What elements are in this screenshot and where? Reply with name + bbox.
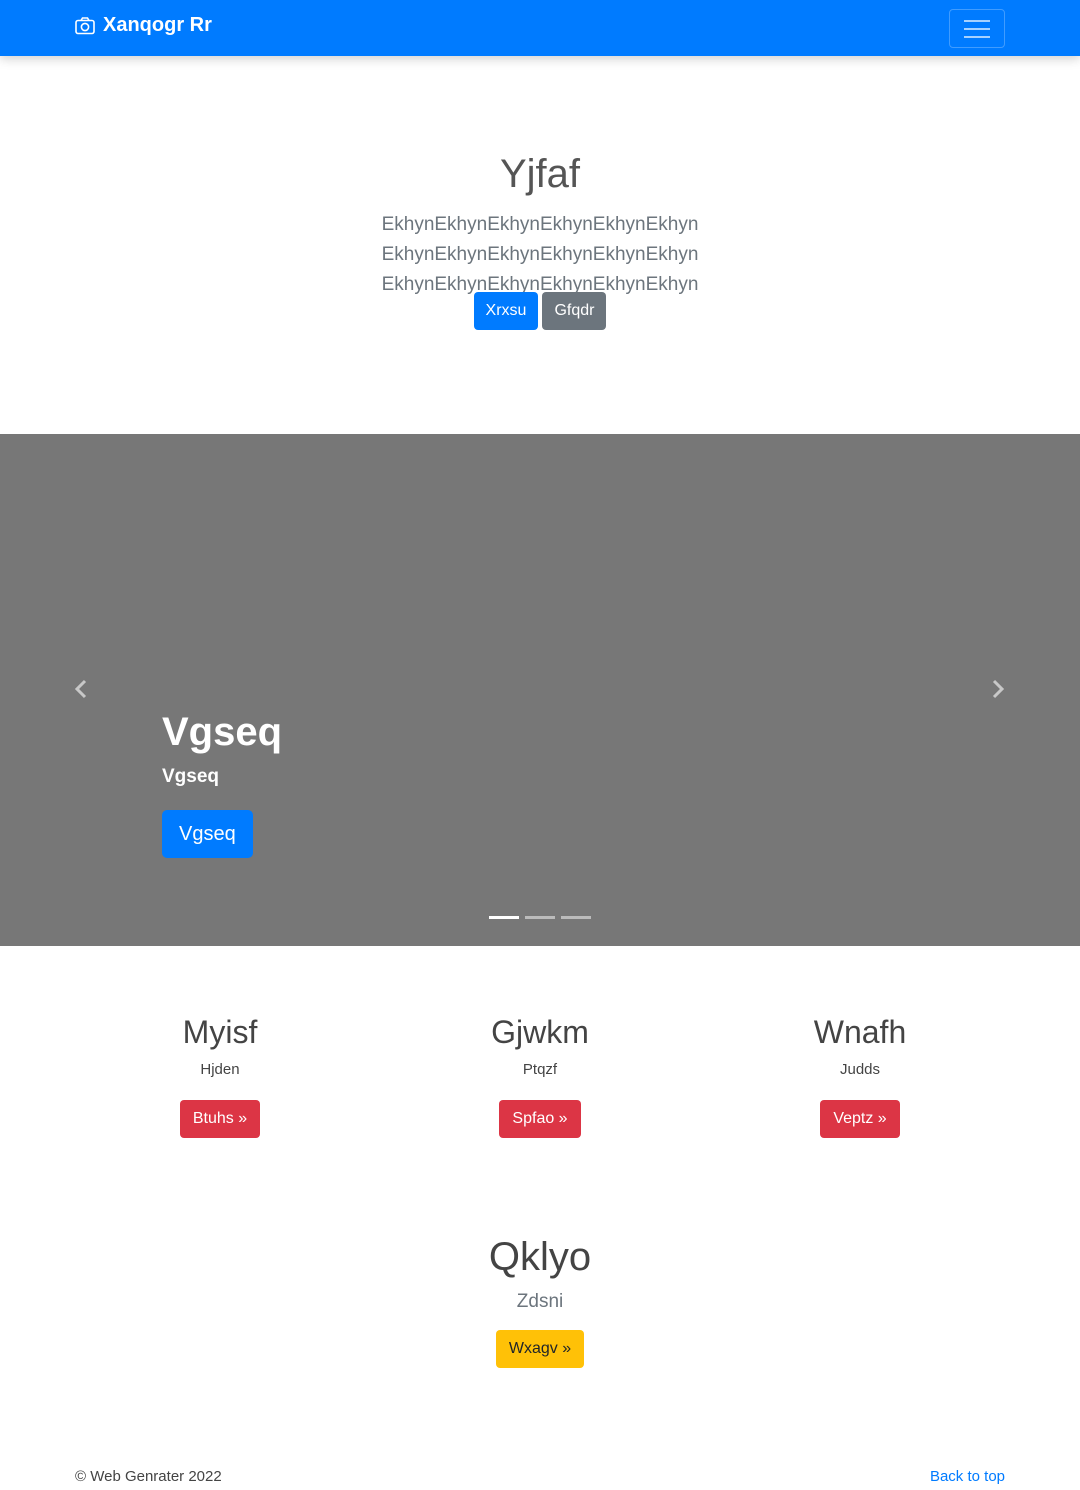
hero-primary-button[interactable]: Xrxsu xyxy=(473,292,539,330)
footer-copyright: © Web Genrater 2022 xyxy=(75,1468,222,1485)
feature-column: Myisf Hjden Btuhs » xyxy=(60,1012,380,1138)
feature-text: Hjden xyxy=(200,1061,240,1078)
camera-icon xyxy=(75,16,95,34)
feature-button[interactable]: Veptz » xyxy=(820,1100,900,1138)
carousel-next-button[interactable] xyxy=(983,674,1013,704)
hero-title: Yjfaf xyxy=(499,152,581,196)
navbar: Xanqogr Rr xyxy=(0,0,1080,56)
hero-secondary-button[interactable]: Gfqdr xyxy=(542,292,607,330)
hero-buttons: Xrxsu Gfqdr xyxy=(0,292,1080,330)
feature-button[interactable]: Btuhs » xyxy=(179,1100,261,1138)
feature-title: Wnafh xyxy=(813,1014,907,1050)
carousel-caption-button[interactable]: Vgseq xyxy=(162,810,253,858)
feature-button[interactable]: Spfao » xyxy=(499,1100,581,1138)
carousel-indicator-3[interactable] xyxy=(561,916,591,919)
feature-title: Myisf xyxy=(182,1014,258,1050)
feature-column: Gjwkm Ptqzf Spfao » xyxy=(380,1012,700,1138)
feature-title: Gjwkm xyxy=(491,1014,589,1050)
featured-text: Zdsni xyxy=(516,1291,564,1312)
carousel-indicator-2[interactable] xyxy=(525,916,555,919)
back-to-top-link[interactable]: Back to top xyxy=(930,1468,1005,1485)
carousel: Vgseq Vgseq Vgseq xyxy=(0,434,1080,946)
hamburger-menu-icon xyxy=(964,19,990,22)
brand-name: Xanqogr Rr xyxy=(103,14,212,36)
carousel-prev-button[interactable] xyxy=(66,674,96,704)
chevron-right-icon xyxy=(992,679,1005,699)
navbar-brand[interactable]: Xanqogr Rr xyxy=(75,14,212,37)
feature-text: Ptqzf xyxy=(522,1061,558,1078)
carousel-indicator-1[interactable] xyxy=(489,916,519,919)
carousel-caption-title: Vgseq xyxy=(162,710,283,754)
featured-section: Qklyo Zdsni Wxagv » xyxy=(0,1232,1080,1368)
chevron-left-icon xyxy=(74,679,87,699)
carousel-indicators xyxy=(0,916,1080,919)
feature-column: Wnafh Judds Veptz » xyxy=(700,1012,1020,1138)
featured-title: Qklyo xyxy=(488,1235,592,1279)
feature-text: Judds xyxy=(839,1061,881,1078)
hero-lead-text: EkhynEkhynEkhynEkhynEkhynEkhyn EkhynEkhy… xyxy=(381,214,699,295)
featured-button[interactable]: Wxagv » xyxy=(495,1330,585,1368)
navbar-toggler-button[interactable] xyxy=(949,9,1005,48)
carousel-caption-text: Vgseq xyxy=(162,766,220,787)
